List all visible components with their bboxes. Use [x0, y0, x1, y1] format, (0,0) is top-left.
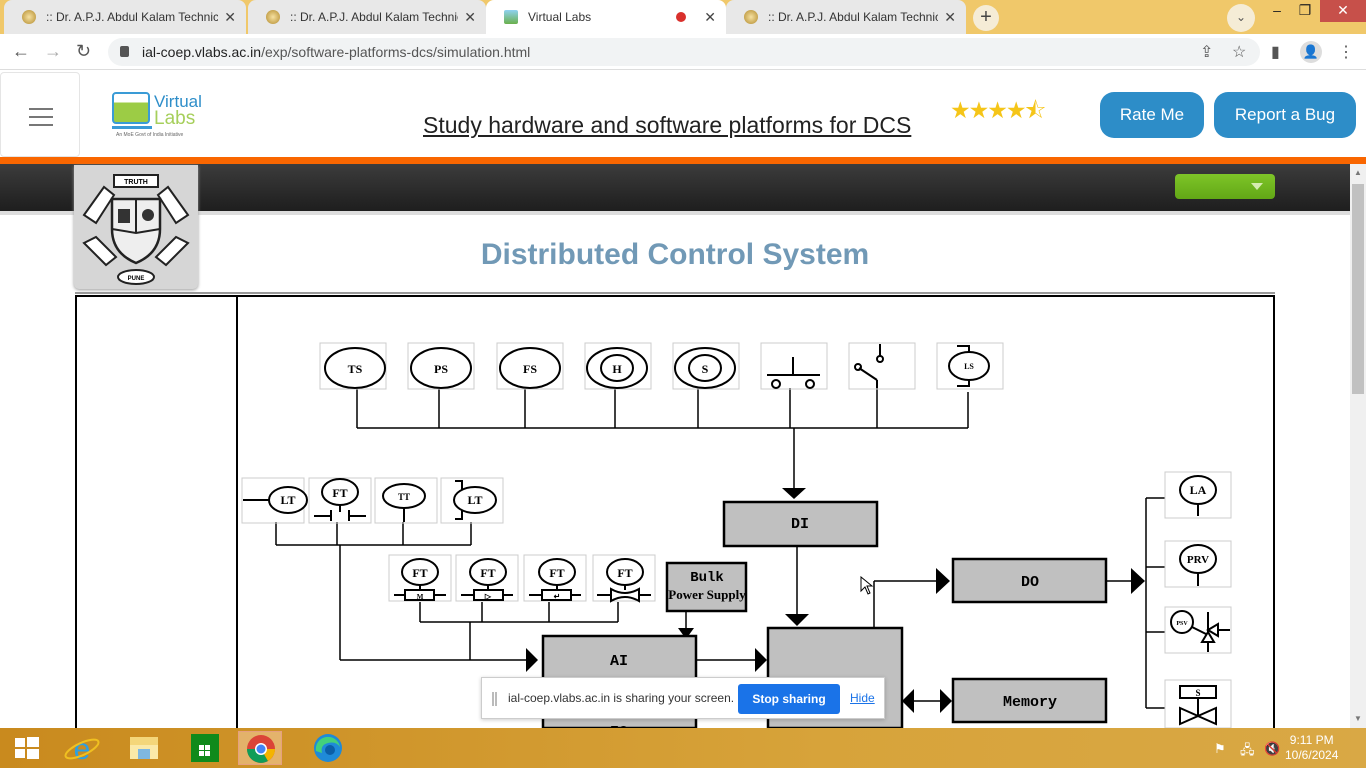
- file-explorer-icon[interactable]: [122, 731, 166, 765]
- forward-arrow-icon[interactable]: →: [44, 41, 62, 62]
- new-tab-button[interactable]: +: [973, 5, 999, 31]
- tab-title: Virtual Labs: [528, 10, 592, 24]
- rating-stars: ★★★★⯪: [950, 94, 1046, 133]
- tab-title: :: Dr. A.P.J. Abdul Kalam Technical: [768, 10, 939, 24]
- store-icon[interactable]: [184, 731, 228, 765]
- sidebar-divider: [236, 295, 238, 735]
- drag-handle-icon[interactable]: [492, 692, 497, 706]
- clock-date: 10/6/2024: [1285, 748, 1339, 762]
- simulation-frame: [75, 295, 1275, 735]
- back-arrow-icon[interactable]: ←: [12, 41, 30, 62]
- coep-favicon-icon: [744, 10, 758, 24]
- crest-motto-truth: TRUTH: [124, 179, 148, 186]
- recording-indicator-icon: [676, 12, 687, 22]
- flask-icon: [112, 92, 150, 124]
- system-clock[interactable]: 9:11 PM 10/6/2024: [1285, 733, 1338, 763]
- experiment-title[interactable]: Study hardware and software platforms fo…: [423, 112, 911, 139]
- scroll-up-icon[interactable]: ▲: [1354, 168, 1362, 177]
- action-center-flag-icon[interactable]: ⚑: [1214, 741, 1226, 757]
- close-tab-icon[interactable]: ✕: [224, 9, 236, 26]
- hamburger-menu-button[interactable]: [0, 72, 80, 157]
- coep-favicon-icon: [22, 10, 36, 24]
- sharing-message: ial-coep.vlabs.ac.in is sharing your scr…: [508, 691, 735, 705]
- url-host: ial-coep.vlabs.ac.in: [142, 44, 262, 60]
- browser-tab-2[interactable]: :: Dr. A.P.J. Abdul Kalam Technical ✕: [248, 0, 486, 34]
- coep-favicon-icon: [266, 10, 280, 24]
- screen-sharing-bar: ial-coep.vlabs.ac.in is sharing your scr…: [481, 677, 885, 719]
- browser-tab-1[interactable]: :: Dr. A.P.J. Abdul Kalam Technical ✕: [4, 0, 246, 34]
- chrome-taskbar-icon[interactable]: [238, 731, 282, 765]
- side-panel-icon[interactable]: ▮: [1271, 42, 1280, 62]
- tab-title: :: Dr. A.P.J. Abdul Kalam Technical: [46, 10, 219, 24]
- windows-taskbar: e ⚑ 🖧 🔇 9:11 PM 10/6/2024: [0, 728, 1366, 768]
- hide-sharing-bar-link[interactable]: Hide: [850, 691, 875, 705]
- tab-search-chevron-icon[interactable]: ⌄: [1227, 4, 1255, 32]
- stop-sharing-button[interactable]: Stop sharing: [738, 684, 840, 714]
- profile-avatar-icon[interactable]: 👤: [1300, 41, 1322, 63]
- network-icon[interactable]: 🖧: [1240, 741, 1255, 763]
- url-path: /exp/software-platforms-dcs/simulation.h…: [261, 44, 531, 60]
- site-header: Virtual Labs An MoE Govt of India Initia…: [0, 70, 1366, 157]
- browser-tab-strip: :: Dr. A.P.J. Abdul Kalam Technical ✕ ::…: [0, 0, 1366, 34]
- heading-rule: [75, 292, 1275, 294]
- close-tab-icon[interactable]: ✕: [944, 9, 956, 26]
- share-icon[interactable]: ⇪: [1200, 42, 1213, 62]
- crest-motto-pune: PUNE: [128, 276, 145, 282]
- dark-nav-bar: [0, 164, 1350, 211]
- virtual-labs-favicon-icon: [504, 10, 518, 24]
- filled-stars-icon: ★★★★: [950, 97, 1026, 123]
- reload-icon[interactable]: ↻: [76, 41, 91, 62]
- page-scrollbar[interactable]: ▲ ▼: [1350, 164, 1366, 728]
- restore-icon[interactable]: ❐: [1290, 0, 1320, 22]
- page-heading: Distributed Control System: [480, 238, 870, 271]
- mouse-cursor-icon: [860, 576, 874, 595]
- address-bar-row: ← → ↻ ial-coep.vlabs.ac.in/exp/software-…: [0, 34, 1366, 70]
- nav-bottom-strip: [0, 211, 1350, 215]
- rate-me-button[interactable]: Rate Me: [1100, 92, 1204, 138]
- close-tab-icon[interactable]: ✕: [464, 9, 476, 26]
- svg-text:e: e: [74, 733, 91, 765]
- half-star-icon: ⯪: [1024, 97, 1046, 123]
- logo-text-bottom: Labs: [154, 108, 196, 129]
- minimize-icon[interactable]: –: [1262, 0, 1292, 22]
- browser-tab-4[interactable]: :: Dr. A.P.J. Abdul Kalam Technical ✕: [726, 0, 966, 34]
- scrollbar-thumb[interactable]: [1352, 184, 1364, 394]
- start-button[interactable]: [4, 731, 48, 765]
- window-close-icon[interactable]: ✕: [1320, 0, 1366, 22]
- kebab-menu-icon[interactable]: ⋮: [1338, 42, 1354, 62]
- tab-title: :: Dr. A.P.J. Abdul Kalam Technical: [290, 10, 459, 24]
- orange-divider: [0, 157, 1366, 164]
- report-bug-button[interactable]: Report a Bug: [1214, 92, 1356, 138]
- volume-muted-icon[interactable]: 🔇: [1264, 741, 1280, 757]
- clock-time: 9:11 PM: [1289, 733, 1334, 747]
- bookmark-star-icon[interactable]: ☆: [1232, 42, 1246, 62]
- edge-icon[interactable]: [306, 731, 350, 765]
- url-input[interactable]: ial-coep.vlabs.ac.in/exp/software-platfo…: [108, 38, 1260, 66]
- close-tab-icon[interactable]: ✕: [704, 9, 716, 26]
- internet-explorer-icon[interactable]: e: [60, 731, 104, 766]
- browser-tab-virtual-labs[interactable]: Virtual Labs ✕: [486, 0, 726, 34]
- logo-tagline: An MoE Govt of India Initiative: [116, 132, 184, 138]
- lock-icon: [120, 46, 129, 57]
- scroll-down-icon[interactable]: ▼: [1354, 714, 1362, 723]
- dropdown-button[interactable]: [1175, 174, 1275, 199]
- virtual-labs-logo[interactable]: Virtual Labs An MoE Govt of India Initia…: [112, 90, 202, 138]
